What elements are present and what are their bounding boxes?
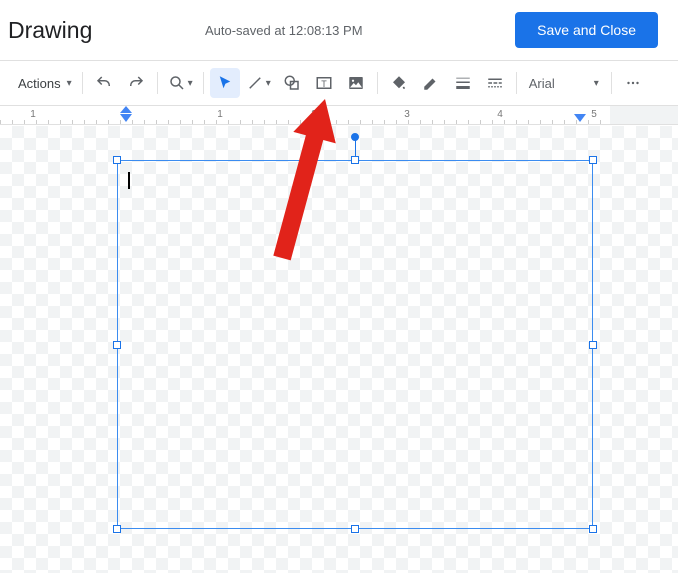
separator bbox=[516, 72, 517, 94]
more-options-button[interactable] bbox=[618, 68, 648, 98]
resize-handle-bl[interactable] bbox=[113, 525, 121, 533]
ellipsis-icon bbox=[624, 74, 642, 92]
chevron-down-icon: ▾ bbox=[67, 78, 72, 89]
zoom-button[interactable]: ▾ bbox=[164, 68, 197, 98]
shape-icon bbox=[283, 74, 301, 92]
undo-icon bbox=[95, 74, 113, 92]
resize-handle-tl[interactable] bbox=[113, 156, 121, 164]
textbox-tool-button[interactable]: T bbox=[309, 68, 339, 98]
textbox-icon: T bbox=[315, 74, 333, 92]
chevron-down-icon: ▾ bbox=[594, 78, 599, 89]
separator bbox=[611, 72, 612, 94]
separator bbox=[203, 72, 204, 94]
select-tool-button[interactable] bbox=[210, 68, 240, 98]
line-dash-icon bbox=[486, 74, 504, 92]
image-tool-button[interactable] bbox=[341, 68, 371, 98]
save-and-close-button[interactable]: Save and Close bbox=[515, 12, 658, 48]
actions-menu[interactable]: Actions ▾ bbox=[8, 68, 76, 98]
zoom-icon bbox=[168, 74, 186, 92]
paint-bucket-icon bbox=[390, 74, 408, 92]
right-indent-marker[interactable] bbox=[574, 114, 586, 122]
font-family-label: Arial bbox=[529, 76, 555, 91]
separator bbox=[377, 72, 378, 94]
first-line-indent-marker[interactable] bbox=[120, 106, 132, 113]
svg-text:T: T bbox=[321, 79, 327, 89]
chevron-down-icon: ▾ bbox=[266, 78, 271, 89]
left-indent-marker[interactable] bbox=[120, 114, 132, 122]
resize-handle-tr[interactable] bbox=[589, 156, 597, 164]
toolbar: Actions ▾ ▾ ▾ T bbox=[0, 61, 678, 105]
line-weight-icon bbox=[454, 74, 472, 92]
border-dash-button[interactable] bbox=[480, 68, 510, 98]
chevron-down-icon: ▾ bbox=[188, 78, 193, 89]
border-color-button[interactable] bbox=[416, 68, 446, 98]
separator bbox=[82, 72, 83, 94]
undo-button[interactable] bbox=[89, 68, 119, 98]
fill-color-button[interactable] bbox=[384, 68, 414, 98]
rotation-handle[interactable] bbox=[351, 133, 359, 141]
separator bbox=[157, 72, 158, 94]
resize-handle-br[interactable] bbox=[589, 525, 597, 533]
cursor-icon bbox=[216, 74, 234, 92]
image-icon bbox=[347, 74, 365, 92]
resize-handle-tm[interactable] bbox=[351, 156, 359, 164]
textbox-shape[interactable] bbox=[117, 160, 593, 529]
shape-tool-button[interactable] bbox=[277, 68, 307, 98]
autosave-status: Auto-saved at 12:08:13 PM bbox=[52, 23, 515, 38]
border-weight-button[interactable] bbox=[448, 68, 478, 98]
actions-label: Actions bbox=[12, 76, 65, 91]
drawing-canvas[interactable] bbox=[0, 126, 678, 573]
redo-icon bbox=[127, 74, 145, 92]
line-tool-button[interactable]: ▾ bbox=[242, 68, 275, 98]
redo-button[interactable] bbox=[121, 68, 151, 98]
font-family-select[interactable]: Arial ▾ bbox=[523, 68, 605, 98]
resize-handle-bm[interactable] bbox=[351, 525, 359, 533]
resize-handle-ml[interactable] bbox=[113, 341, 121, 349]
dialog-header: Drawing Auto-saved at 12:08:13 PM Save a… bbox=[0, 0, 678, 60]
resize-handle-mr[interactable] bbox=[589, 341, 597, 349]
line-icon bbox=[246, 74, 264, 92]
horizontal-ruler[interactable]: 112345 bbox=[0, 105, 678, 125]
text-cursor bbox=[128, 172, 130, 189]
rotation-connector bbox=[355, 139, 356, 157]
ruler-gray-end bbox=[610, 106, 678, 124]
pencil-icon bbox=[422, 74, 440, 92]
